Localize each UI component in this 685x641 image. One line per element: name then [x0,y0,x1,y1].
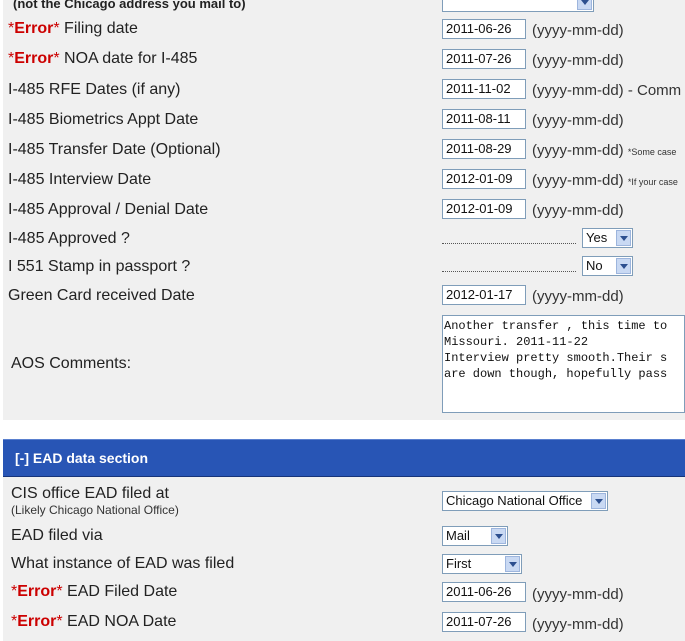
green-card-input[interactable]: 2012-01-17 [442,285,526,305]
top-select-partial[interactable] [442,0,594,12]
date-format-hint: (yyyy-mm-dd) [532,616,624,633]
error-word: Error [17,613,57,630]
ead-office-value: Chicago National Office [446,493,583,508]
interview-note: *If your case [627,177,678,187]
error-star: * [53,50,60,67]
error-star: * [56,583,63,600]
date-format-hint: (yyyy-mm-dd) *Some case [532,142,676,159]
ead-via-select[interactable]: Mail [442,526,508,546]
ead-noa-label: *Error* EAD NOA Date [11,613,176,631]
filing-date-input[interactable]: 2011-06-26 [442,19,526,39]
comments-textarea[interactable]: Another transfer , this time to Missouri… [442,315,685,413]
ead-via-label: EAD filed via [11,527,103,544]
date-format-hint: (yyyy-mm-dd) [532,288,624,305]
approval-date-input[interactable]: 2012-01-09 [442,199,526,219]
ead-via-value: Mail [446,528,470,543]
ead-noa-input[interactable]: 2011-07-26 [442,612,526,632]
date-format-hint: (yyyy-mm-dd) [532,22,624,39]
date-format-hint: (yyyy-mm-dd) [532,112,624,129]
ead-section-title: [-] EAD data section [15,450,149,466]
error-word: Error [17,583,57,600]
ead-instance-select[interactable]: First [442,554,522,574]
chevron-down-icon [591,493,606,509]
comments-label: AOS Comments: [11,355,132,372]
transfer-date-input[interactable]: 2011-08-29 [442,139,526,159]
noa-date-text: NOA date for I-485 [64,50,198,67]
chevron-down-icon [505,556,520,572]
leader-dots [442,243,576,244]
stamp-label: I 551 Stamp in passport ? [8,258,191,275]
transfer-note: *Some case [627,147,677,157]
interview-date-input[interactable]: 2012-01-09 [442,169,526,189]
approval-date-label: I-485 Approval / Denial Date [8,201,209,218]
leader-dots [442,271,576,272]
date-format-text: (yyyy-mm-dd) [532,172,624,189]
transfer-date-label: I-485 Transfer Date (Optional) [8,141,221,158]
noa-date-label: *Error* NOA date for I-485 [8,50,197,68]
error-word: Error [14,20,54,37]
chevron-down-icon [616,230,631,246]
ead-noa-text: EAD NOA Date [67,613,177,630]
ead-office-label: CIS office EAD filed at [11,485,169,502]
green-card-label: Green Card received Date [8,287,195,304]
chevron-down-icon [577,0,592,10]
interview-date-label: I-485 Interview Date [8,171,152,188]
filing-date-text: Filing date [64,20,138,37]
date-format-hint: (yyyy-mm-dd) [532,52,624,69]
mail-address-note: (not the Chicago address you mail to) [13,0,246,11]
error-word: Error [14,50,54,67]
rfe-date-input[interactable]: 2011-11-02 [442,79,526,99]
date-format-hint: (yyyy-mm-dd) [532,202,624,219]
date-format-hint: (yyyy-mm-dd) *If your case [532,172,678,189]
ead-office-sublabel: (Likely Chicago National Office) [11,503,179,517]
approved-select-value: Yes [586,230,608,245]
date-format-hint: (yyyy-mm-dd) [532,586,624,603]
stamp-select[interactable]: No [582,256,633,276]
stamp-select-value: No [586,258,603,273]
noa-date-input[interactable]: 2011-07-26 [442,49,526,69]
approved-select[interactable]: Yes [582,228,633,248]
ead-office-select[interactable]: Chicago National Office [442,491,608,511]
rfe-hint: (yyyy-mm-dd) - Comm [532,82,682,99]
approved-label: I-485 Approved ? [8,230,130,247]
chevron-down-icon [616,258,631,274]
biometrics-date-input[interactable]: 2011-08-11 [442,109,526,129]
error-star: * [56,613,63,630]
rfe-date-label: I-485 RFE Dates (if any) [8,81,181,98]
ead-filed-input[interactable]: 2011-06-26 [442,582,526,602]
ead-filed-label: *Error* EAD Filed Date [11,583,177,601]
ead-filed-text: EAD Filed Date [67,583,178,600]
error-star: * [53,20,60,37]
ead-section-header[interactable]: [-] EAD data section [3,439,685,477]
chevron-down-icon [491,528,506,544]
date-format-text: (yyyy-mm-dd) [532,142,624,159]
ead-instance-value: First [446,556,472,571]
ead-instance-label: What instance of EAD was filed [11,555,235,572]
biometrics-date-label: I-485 Biometrics Appt Date [8,111,199,128]
filing-date-label: *Error* Filing date [8,20,138,38]
